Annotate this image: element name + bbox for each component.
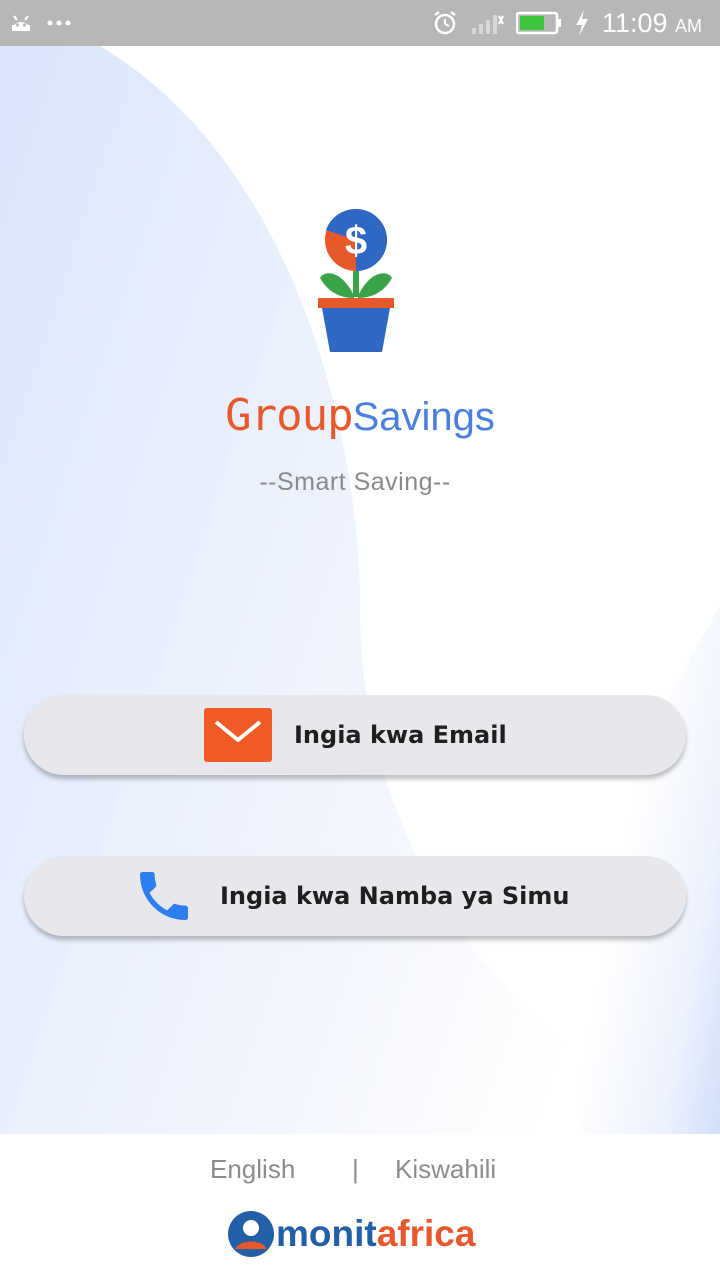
lang-english-link[interactable]: English [210, 1154, 295, 1185]
brand-group-text: Group [225, 390, 353, 441]
monitafrica-logo: monit africa [226, 1204, 475, 1264]
status-left-icons [10, 8, 72, 38]
svg-text:$: $ [345, 219, 367, 263]
money-plant-icon: $ [318, 208, 394, 352]
login-email-button[interactable]: Ingia kwa Email [24, 695, 686, 775]
app-tagline: --Smart Saving-- [259, 468, 451, 496]
lang-separator: | [352, 1154, 359, 1184]
login-email-label: Ingia kwa Email [294, 721, 507, 749]
status-bar: 11:09 AM [0, 0, 720, 46]
brand-africa-text: africa [376, 1213, 476, 1254]
person-pin-icon [228, 1211, 274, 1257]
android-icon [12, 15, 30, 31]
signal-icon [471, 15, 504, 34]
brand-savings-text: Savings [352, 395, 495, 439]
status-right-icons: 11:09 AM [432, 6, 702, 40]
phone-icon [140, 872, 188, 920]
envelope-icon [204, 708, 272, 762]
alarm-icon [434, 11, 456, 35]
login-phone-label: Ingia kwa Namba ya Simu [220, 882, 570, 910]
brand-monit-text: monit [276, 1213, 377, 1254]
footer: English | Kiswahili monit africa [0, 1134, 720, 1280]
language-selector: English | Kiswahili [0, 1154, 720, 1188]
battery-icon [515, 11, 561, 35]
app-brand-title: GroupSavings [0, 390, 720, 441]
login-phone-button[interactable]: Ingia kwa Namba ya Simu [24, 856, 686, 936]
status-time: 11:09 AM [601, 7, 702, 38]
more-dots-icon [47, 20, 71, 26]
lang-kiswahili-link[interactable]: Kiswahili [395, 1154, 496, 1185]
charging-icon [575, 10, 588, 36]
main-panel: $ GroupSavings --Smart Saving-- Ingia kw… [0, 46, 720, 1134]
